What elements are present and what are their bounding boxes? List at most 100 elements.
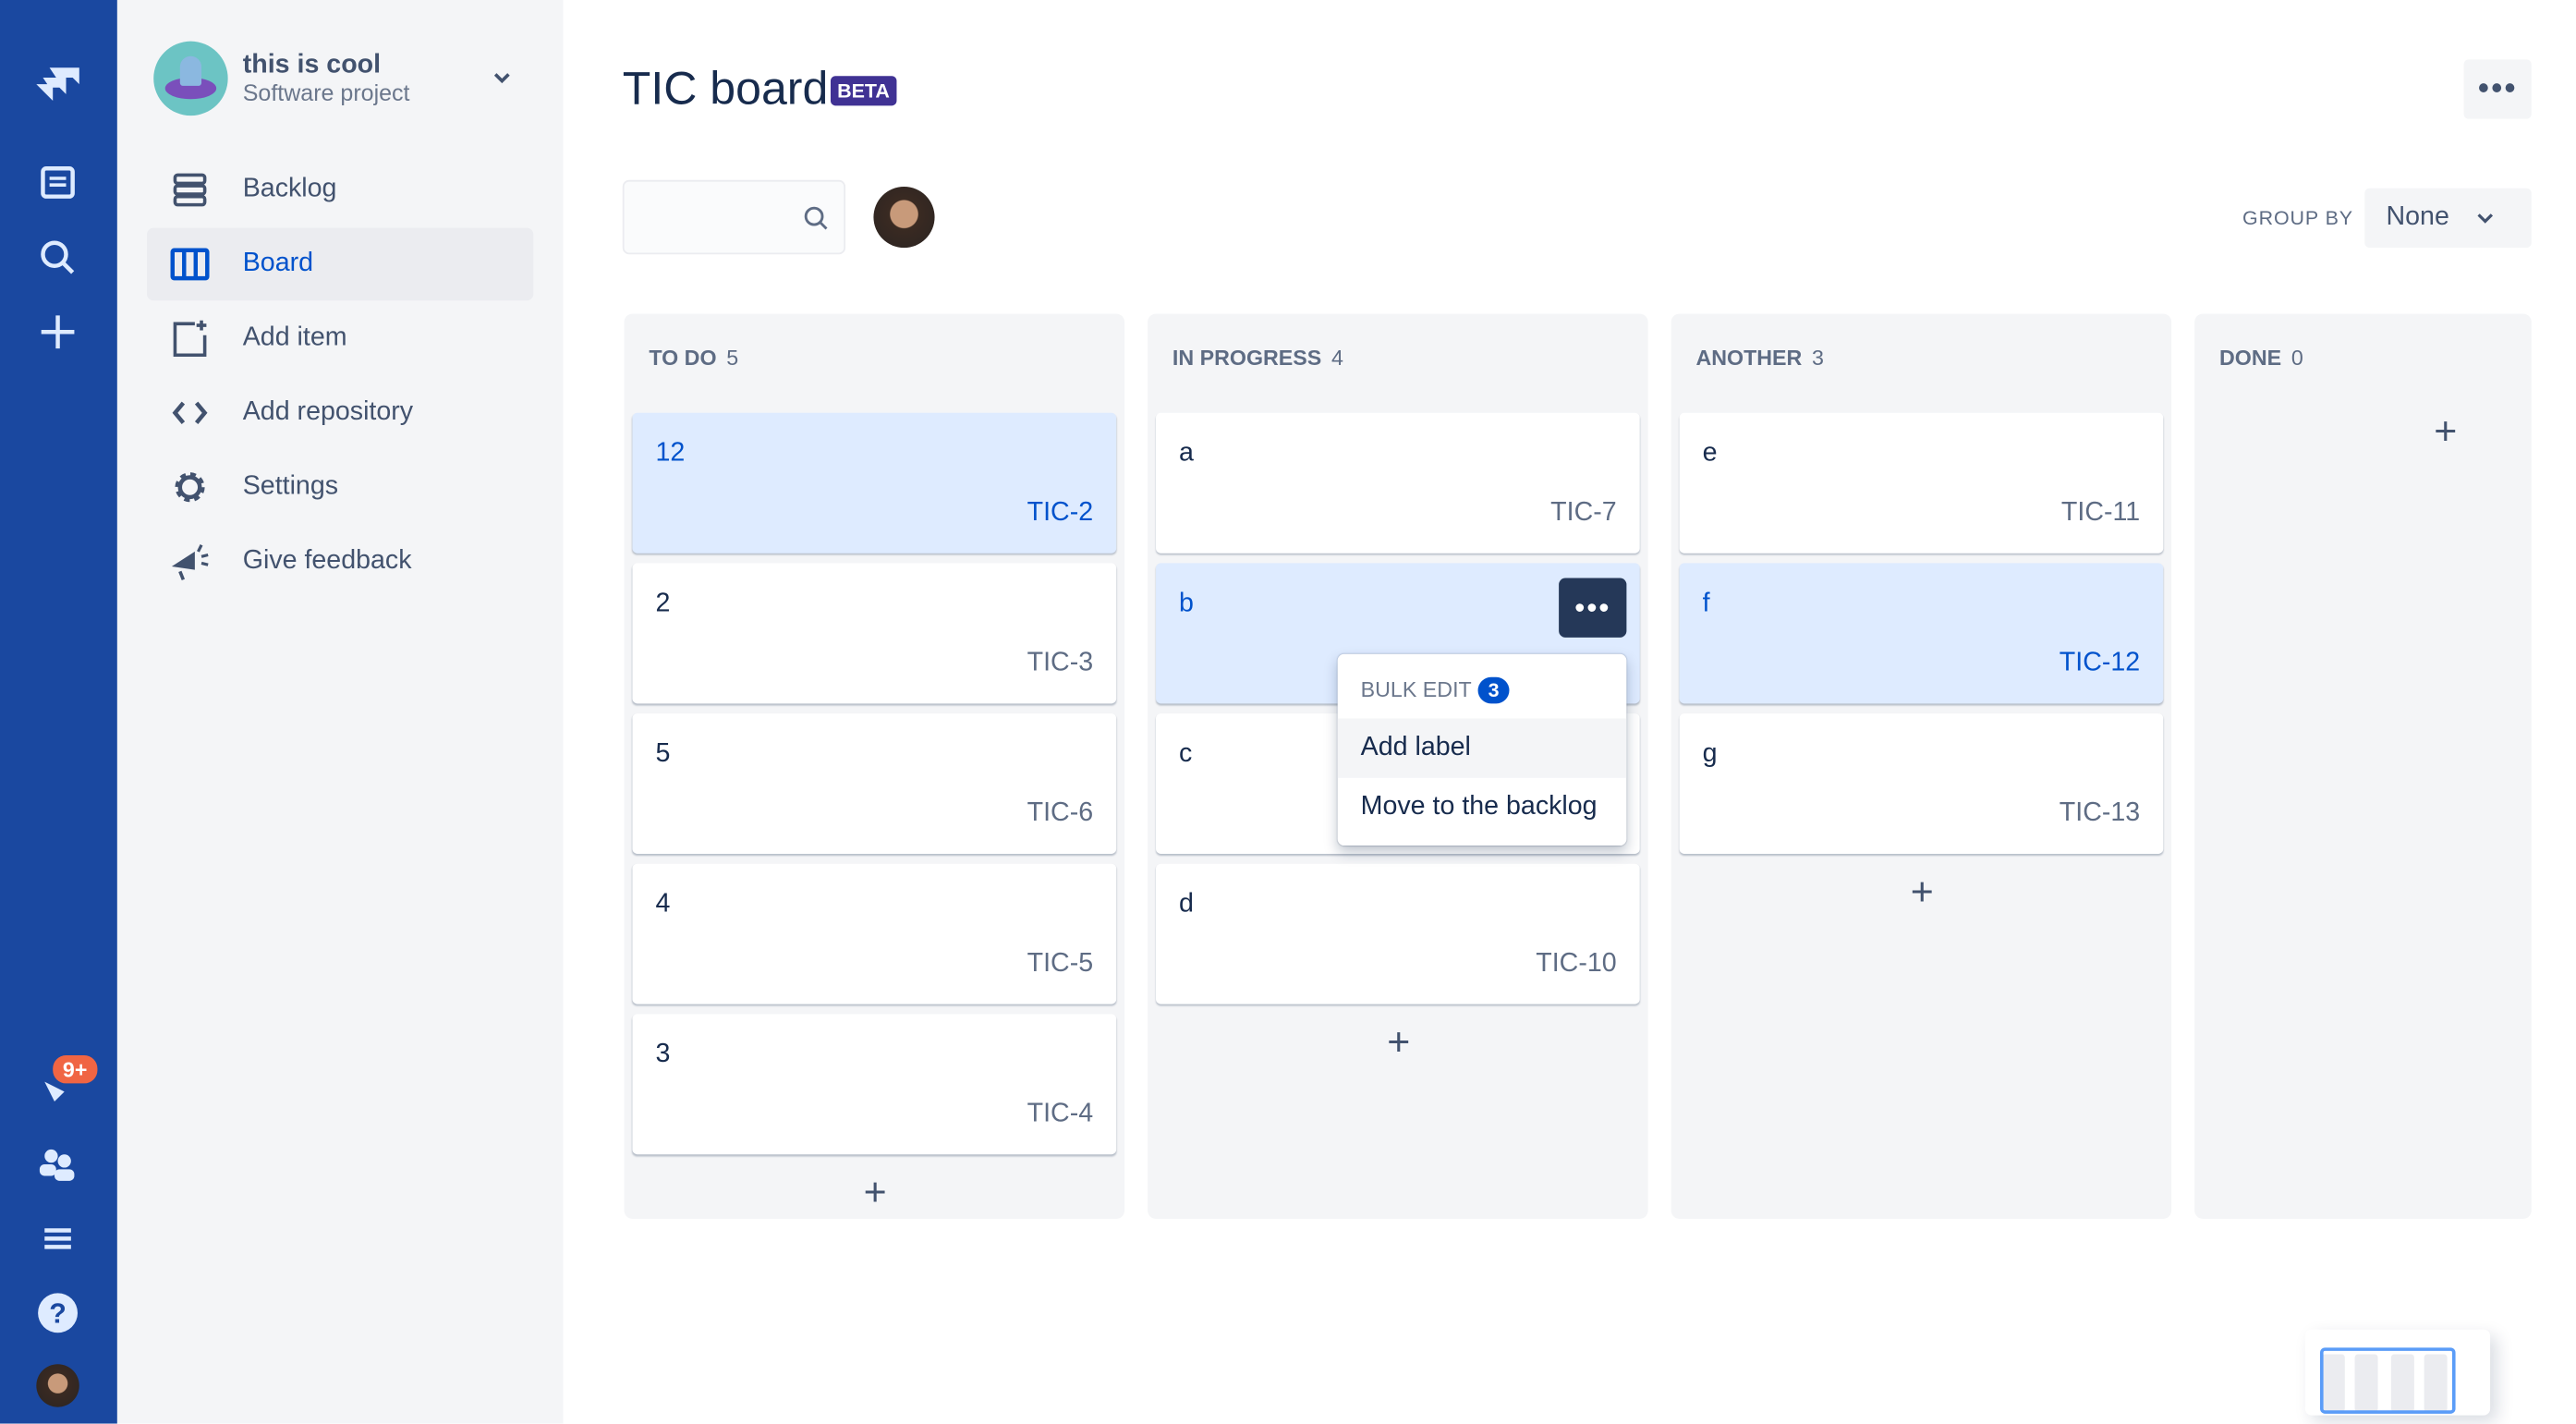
column-to-do: TO DO 5 12 TIC-2 2 TIC-3 5 TIC-6 4 TIC-5 3 TIC-4 + <box>624 313 1125 1219</box>
notification-badge: 9+ <box>53 1055 98 1084</box>
minimap-viewport[interactable] <box>2320 1347 2456 1414</box>
card-actions-button[interactable]: ••• <box>1559 578 1627 638</box>
card-title: d <box>1179 890 1194 919</box>
more-actions-button[interactable]: ••• <box>2463 59 2532 119</box>
gear-icon <box>170 468 210 507</box>
column-title: TO DO <box>649 345 717 371</box>
menu-item-move-to-backlog[interactable]: Move to the backlog <box>1338 778 1627 837</box>
project-switcher[interactable]: this is cool Software project <box>153 41 410 116</box>
sidebar-item-label: Give feedback <box>242 546 412 575</box>
board-icon <box>170 245 210 285</box>
card-key: TIC-3 <box>1027 649 1094 677</box>
help-icon[interactable]: ? <box>33 1288 83 1338</box>
sidebar-item-add-repository[interactable]: Add repository <box>147 376 533 449</box>
card[interactable]: 4 TIC-5 <box>632 863 1117 1004</box>
card-title: 3 <box>655 1040 671 1069</box>
create-icon[interactable] <box>33 307 83 357</box>
card[interactable]: f TIC-12 <box>1679 563 2164 704</box>
card-key: TIC-10 <box>1536 949 1617 979</box>
project-type: Software project <box>242 78 410 105</box>
code-icon <box>170 393 210 432</box>
chevron-down-icon <box>2477 213 2494 224</box>
card-title: 5 <box>655 739 671 769</box>
card-title: 4 <box>655 890 671 919</box>
add-card-button[interactable]: + <box>850 1171 900 1217</box>
project-sidebar: this is cool Software project Backlog Boa… <box>116 0 564 1424</box>
column-count: 4 <box>1331 345 1343 371</box>
sidebar-item-label: Add item <box>242 323 347 352</box>
add-item-icon <box>170 319 210 359</box>
bulk-edit-header: BULK EDIT <box>1360 676 1472 702</box>
page-title: TIC board <box>622 62 829 115</box>
profile-avatar[interactable] <box>36 1364 79 1407</box>
column-title: DONE <box>2218 345 2282 371</box>
column-another: ANOTHER 3 e TIC-11 f TIC-12 g TIC-13 + <box>1671 313 2172 1219</box>
sidebar-item-backlog[interactable]: Backlog <box>147 153 533 226</box>
card[interactable]: 12 TIC-2 <box>632 412 1117 554</box>
global-nav: 9+ ? <box>0 0 117 1424</box>
card[interactable]: d TIC-10 <box>1156 863 1640 1004</box>
add-card-button[interactable]: + <box>1897 870 1947 917</box>
card-key: TIC-4 <box>1027 1100 1094 1128</box>
group-by-select[interactable]: None <box>2364 188 2532 249</box>
column-count: 3 <box>1812 345 1824 371</box>
column-header: IN PROGRESS 4 <box>1173 346 1343 371</box>
card-title: 12 <box>655 439 686 468</box>
card[interactable]: a TIC-7 <box>1156 412 1640 554</box>
column-header: ANOTHER 3 <box>1695 346 1824 371</box>
card-key: TIC-5 <box>1027 949 1094 979</box>
menu-icon[interactable] <box>33 1214 83 1264</box>
card-title: c <box>1179 739 1193 769</box>
column-title: ANOTHER <box>1695 345 1803 371</box>
card-title: g <box>1702 739 1718 769</box>
card-key: TIC-12 <box>2059 649 2141 677</box>
chevron-down-icon[interactable] <box>491 66 514 97</box>
menu-item-add-label[interactable]: Add label <box>1337 718 1627 778</box>
people-icon[interactable] <box>33 1139 83 1189</box>
column-count: 5 <box>726 345 739 371</box>
board-minimap[interactable] <box>2304 1329 2491 1416</box>
search-icon <box>804 206 828 230</box>
sidebar-item-label: Board <box>242 249 314 278</box>
card-key: TIC-6 <box>1027 799 1094 828</box>
sidebar-item-settings[interactable]: Settings <box>147 451 533 524</box>
card-title: a <box>1179 439 1194 468</box>
add-card-button[interactable]: + <box>2421 409 2471 456</box>
card-title: e <box>1702 439 1718 468</box>
column-count: 0 <box>2290 345 2303 371</box>
jira-logo-icon[interactable] <box>33 55 83 104</box>
sidebar-item-board[interactable]: Board <box>147 227 534 301</box>
card[interactable]: 2 TIC-3 <box>632 563 1117 704</box>
card[interactable]: 5 TIC-6 <box>632 713 1117 854</box>
project-avatar <box>153 41 228 116</box>
selected-count-badge: 3 <box>1477 676 1510 704</box>
column-header: TO DO 5 <box>649 346 738 371</box>
card-title: f <box>1702 590 1710 618</box>
beta-badge: BETA <box>830 76 897 106</box>
column-title: IN PROGRESS <box>1172 345 1322 371</box>
search-input[interactable] <box>622 179 846 255</box>
feedback-board-icon[interactable] <box>33 159 83 209</box>
group-by-label: GROUP BY <box>2242 206 2354 230</box>
megaphone-icon <box>170 542 210 581</box>
card-key: TIC-13 <box>2059 799 2141 828</box>
card-key: TIC-11 <box>2060 498 2141 528</box>
column-header: DONE 0 <box>2219 346 2303 371</box>
search-icon[interactable] <box>33 233 83 283</box>
sidebar-item-add-item[interactable]: Add item <box>147 302 533 375</box>
card-key: TIC-7 <box>1550 498 1617 528</box>
card-title: b <box>1179 590 1194 618</box>
card[interactable]: e TIC-11 <box>1679 412 2164 554</box>
svg-text:?: ? <box>49 1298 67 1330</box>
bulk-edit-menu: BULK EDIT 3 Add label Move to the backlog <box>1337 653 1627 846</box>
backlog-icon <box>170 170 210 210</box>
card-key: TIC-2 <box>1027 498 1094 528</box>
column-done: DONE 0 + <box>2194 313 2532 1219</box>
sidebar-item-label: Backlog <box>242 175 337 203</box>
sidebar-item-give-feedback[interactable]: Give feedback <box>147 525 533 598</box>
add-card-button[interactable]: + <box>1374 1020 1424 1066</box>
group-by-value: None <box>2386 202 2449 232</box>
assignee-filter-avatar[interactable] <box>873 186 935 249</box>
card[interactable]: 3 TIC-4 <box>632 1014 1117 1155</box>
card[interactable]: g TIC-13 <box>1679 713 2164 854</box>
